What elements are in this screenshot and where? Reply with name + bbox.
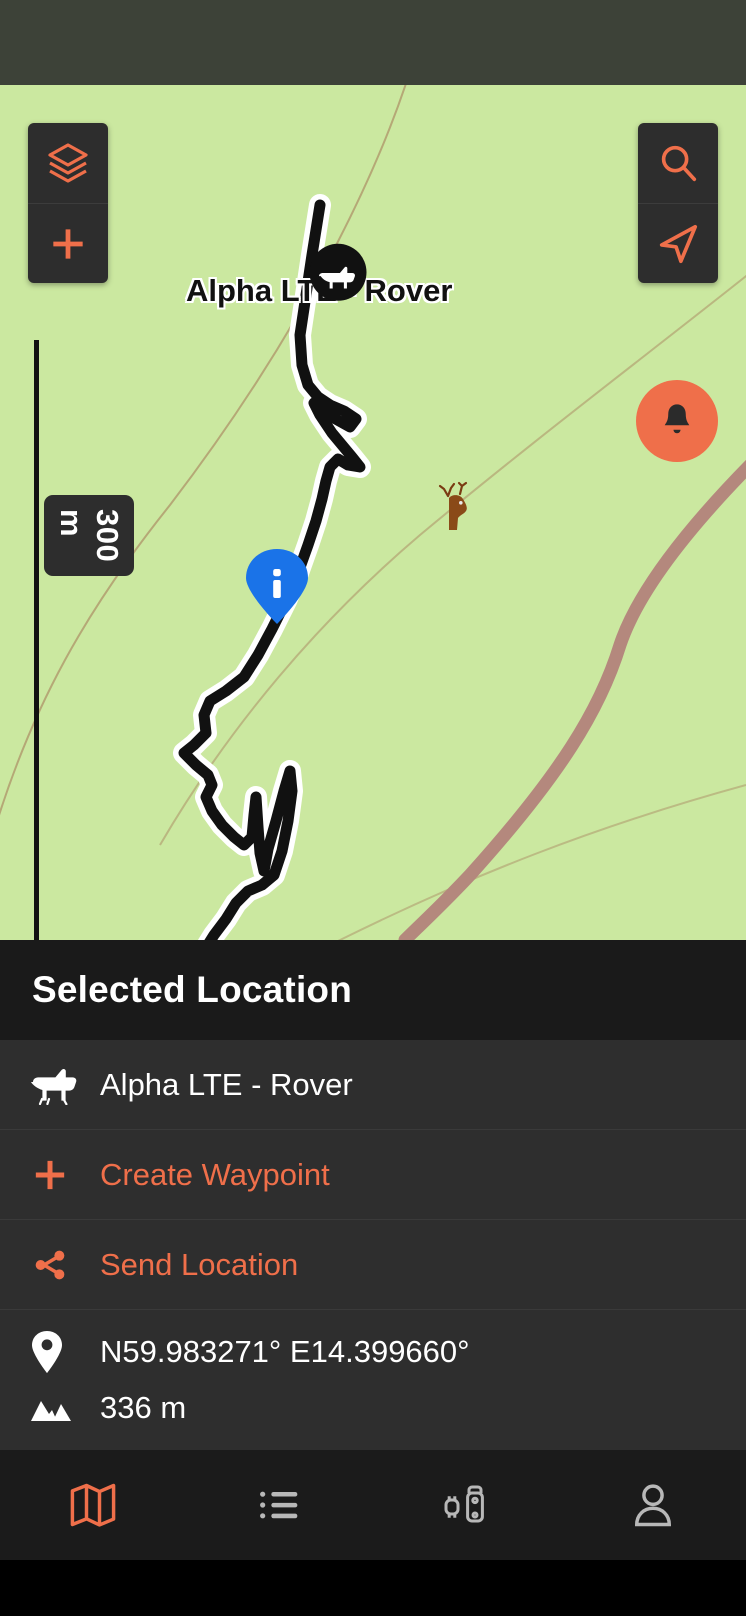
home-indicator-bar <box>0 1560 746 1616</box>
deer-icon <box>432 480 480 532</box>
row-label: Create Waypoint <box>100 1157 330 1193</box>
panel-header: Selected Location <box>0 940 746 1040</box>
alerts-button[interactable] <box>636 380 718 462</box>
map-controls-left <box>28 123 108 283</box>
location-meta: N59.983271° E14.399660° 336 m <box>0 1310 746 1444</box>
status-bar <box>0 0 746 85</box>
bottom-navigation <box>0 1450 746 1560</box>
plus-icon <box>30 1155 100 1195</box>
nav-item-list[interactable] <box>187 1450 374 1560</box>
coordinates-value: N59.983271° E14.399660° <box>100 1334 470 1370</box>
layers-icon <box>44 139 92 187</box>
row-dog-name[interactable]: Alpha LTE - Rover <box>0 1040 746 1130</box>
coordinates-line: N59.983271° E14.399660° <box>30 1324 716 1380</box>
devices-icon <box>438 1479 494 1531</box>
dog-pin-icon <box>300 240 376 316</box>
map-pin-icon <box>30 1330 100 1374</box>
map-controls-right <box>638 123 718 283</box>
elevation-value: 336 m <box>100 1390 186 1426</box>
share-icon <box>30 1245 100 1285</box>
selected-location-pin[interactable] <box>244 547 310 625</box>
row-label: Alpha LTE - Rover <box>100 1067 353 1103</box>
locate-button[interactable] <box>638 203 718 283</box>
row-label: Send Location <box>100 1247 298 1283</box>
map-icon <box>67 1479 119 1531</box>
mountain-icon <box>30 1393 100 1423</box>
list-icon <box>254 1479 306 1531</box>
map-view[interactable]: 300 m <box>0 85 746 940</box>
search-button[interactable] <box>638 123 718 203</box>
bell-icon <box>656 400 698 442</box>
elevation-line: 336 m <box>30 1380 716 1436</box>
app-root: 300 m <box>0 0 746 1616</box>
layers-button[interactable] <box>28 123 108 203</box>
person-icon <box>627 1479 679 1531</box>
nav-item-devices[interactable] <box>373 1450 560 1560</box>
scale-label: 300 m <box>44 495 134 576</box>
plus-icon <box>46 222 90 266</box>
page-title: Selected Location <box>32 969 352 1011</box>
zoom-in-button[interactable] <box>28 203 108 283</box>
nav-item-profile[interactable] <box>560 1450 746 1560</box>
scale-line <box>34 340 39 940</box>
create-waypoint-button[interactable]: Create Waypoint <box>0 1130 746 1220</box>
search-icon <box>655 140 701 186</box>
dog-icon <box>30 1065 100 1105</box>
nav-item-map[interactable] <box>0 1450 187 1560</box>
send-location-button[interactable]: Send Location <box>0 1220 746 1310</box>
info-pin-icon <box>244 547 310 625</box>
navigate-arrow-icon <box>655 221 701 267</box>
game-marker[interactable] <box>432 480 480 532</box>
dog-map-marker[interactable] <box>300 240 376 316</box>
